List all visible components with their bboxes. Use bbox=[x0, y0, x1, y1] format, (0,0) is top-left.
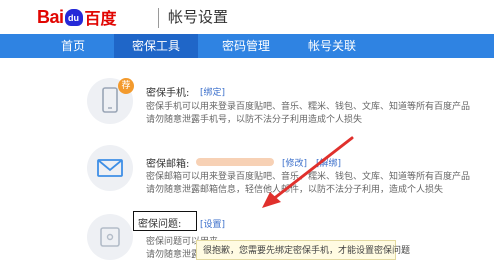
recommend-badge: 荐 bbox=[118, 78, 134, 94]
phone-item-desc-line1: 密保手机可以用来登录百度贴吧、音乐、糯米、钱包、文库、知道等所有百度产品 bbox=[146, 102, 471, 112]
mail-item-desc-line1: 密保邮箱可以用来登录百度贴吧、音乐、糯米、钱包、文库、知道等所有百度产品 bbox=[146, 172, 471, 182]
logo-latin: Bai bbox=[37, 6, 64, 27]
nav-tab-security-tools[interactable]: 密保工具 bbox=[114, 34, 198, 58]
mail-unbind-link[interactable]: [解绑] bbox=[316, 156, 341, 169]
lock-icon bbox=[100, 227, 120, 247]
nav-tab-password[interactable]: 密码管理 bbox=[204, 34, 288, 58]
logo-chinese: 百度 bbox=[84, 9, 117, 28]
masked-email bbox=[196, 158, 274, 166]
mail-edit-link[interactable]: [修改] bbox=[282, 156, 307, 169]
header-divider bbox=[158, 8, 159, 28]
mail-item-desc-line2: 请勿随意泄露邮箱信息，轻信他人邮件，以防不法分子利用，造成个人损失 bbox=[146, 185, 444, 195]
question-set-link[interactable]: [设置] bbox=[200, 217, 225, 230]
phone-item-desc-line2: 请勿随意泄露手机号，以防不法分子利用造成个人损失 bbox=[146, 115, 363, 125]
question-item-icon-circle bbox=[87, 214, 133, 260]
mail-item-icon-circle bbox=[87, 145, 133, 191]
nav-bar: 首页 密保工具 密码管理 帐号关联 bbox=[0, 34, 494, 58]
phone-bind-link[interactable]: [绑定] bbox=[200, 85, 225, 98]
question-item-desc-line2: 请勿随意泄露 bbox=[146, 250, 201, 260]
mail-icon bbox=[97, 159, 123, 177]
page-title: 帐号设置 bbox=[168, 8, 229, 26]
highlight-box bbox=[133, 211, 197, 231]
logo-paw-icon: du bbox=[64, 8, 83, 26]
warning-tooltip: 很抱歉，您需要先绑定密保手机，才能设置密保问题 bbox=[196, 240, 410, 260]
phone-item-title: 密保手机: bbox=[146, 88, 190, 99]
nav-tab-home[interactable]: 首页 bbox=[36, 34, 110, 58]
mail-item-title: 密保邮箱: bbox=[146, 159, 190, 170]
nav-tab-account-link[interactable]: 帐号关联 bbox=[290, 34, 374, 58]
baidu-logo[interactable]: Bai du 百度 bbox=[37, 6, 117, 29]
header: Bai du 百度 帐号设置 bbox=[0, 0, 494, 32]
